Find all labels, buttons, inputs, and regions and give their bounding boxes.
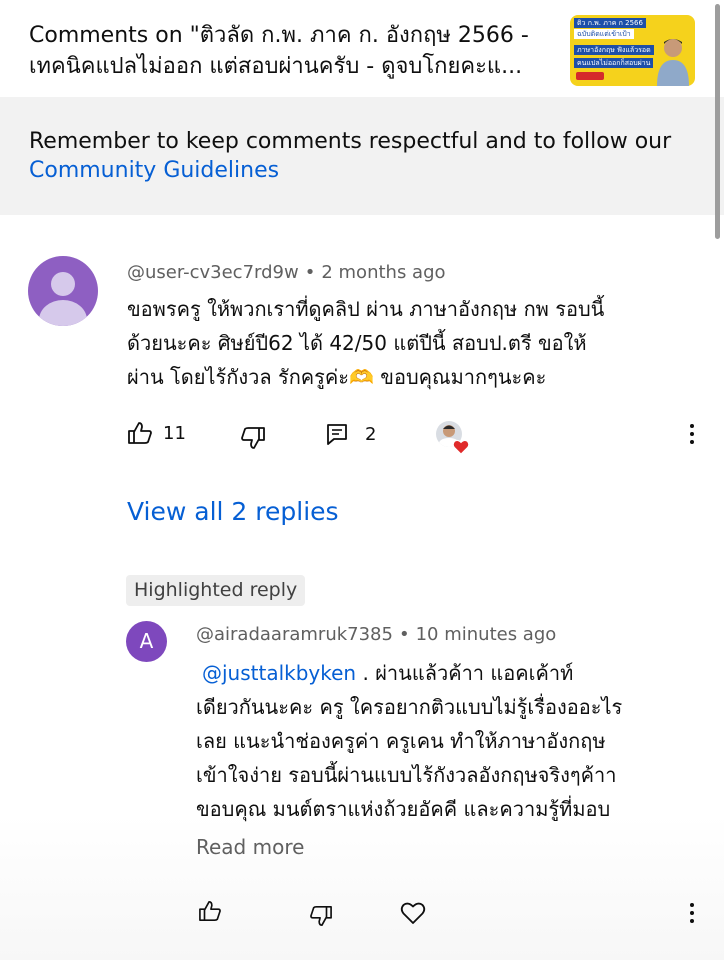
- reply-meta: @airadaaramruk7385 • 10 minutes ago: [196, 624, 556, 645]
- avatar-body: [39, 300, 87, 326]
- heart-outline-icon: [400, 902, 426, 924]
- thumbs-down-icon: [241, 427, 265, 449]
- meta-separator: •: [304, 262, 316, 283]
- view-replies-button[interactable]: View all 2 replies: [127, 497, 339, 526]
- reply-line: เลย แนะนำช่องครูค่า ครูเคน ทำให้ภาษาอังก…: [196, 729, 606, 753]
- thumb-text-3: ภาษาอังกฤษ ฟังแล้วรอด: [574, 45, 654, 55]
- comment-line: ด้วยนะคะ ศิษย์ปี62 ได้ 42/50 แต่ปีนี้ สอ…: [127, 331, 587, 355]
- like-count: 11: [163, 422, 186, 444]
- reply-line: ขอบคุณ มนต์ตราแห่งถ้วยอัคคี และความรู้ที…: [196, 797, 611, 821]
- reply-line-rest: . ผ่านแล้วค้าา แอคเค้าท์: [356, 661, 574, 685]
- comments-header: Comments on "ติวลัด ก.พ. ภาค ก. อังกฤษ 2…: [0, 0, 724, 97]
- thumbs-up-icon: [128, 422, 152, 444]
- video-title: Comments on "ติวลัด ก.พ. ภาค ก. อังกฤษ 2…: [29, 20, 559, 82]
- reply-time: 10 minutes ago: [415, 624, 557, 645]
- reply-avatar[interactable]: A: [126, 621, 167, 662]
- thumbnail-person-image: [657, 39, 689, 86]
- reply-body: @justtalkbyken . ผ่านแล้วค้าา แอคเค้าท์ …: [196, 656, 711, 826]
- scrollbar[interactable]: [715, 4, 720, 239]
- reply-button[interactable]: 2: [325, 422, 376, 446]
- comment-meta: @user-cv3ec7rd9w • 2 months ago: [127, 262, 446, 283]
- notice-message: Remember to keep comments respectful and…: [29, 129, 672, 154]
- thumb-text-4: คนแปลไม่ออกก็สอบผ่าน: [574, 58, 654, 68]
- reply-line: เข้าใจง่าย รอบนี้ผ่านแบบไร้กังวลอังกฤษจร…: [196, 763, 617, 787]
- title-line-2: เทคนิคแปลไม่ออก แต่สอบผ่านครับ - ดูจบโกย…: [29, 54, 523, 79]
- comment-icon: [327, 424, 347, 445]
- read-more-button[interactable]: Read more: [196, 835, 304, 859]
- reply-line: เดียวกันนะคะ ครู ใครอยากติวแบบไม่รู้เรื่…: [196, 695, 623, 719]
- user-avatar[interactable]: [28, 256, 98, 326]
- community-guidelines-link[interactable]: Community Guidelines: [29, 158, 279, 183]
- comment-author[interactable]: @user-cv3ec7rd9w: [127, 262, 299, 283]
- notice-text: Remember to keep comments respectful and…: [29, 127, 709, 185]
- bottom-fade: [0, 815, 724, 960]
- thumbs-up-icon: [199, 901, 221, 921]
- avatar-head: [51, 272, 75, 296]
- thumb-text-2: ฉบับติดแต่เข้าเป้า: [574, 29, 634, 39]
- comment-line: ผ่าน โดยไร้กังวล รักครูค่ะ🫶 ขอบคุณมากๆนะ…: [127, 365, 547, 389]
- comment-line: ขอพรครู ให้พวกเราที่ดูคลิป ผ่าน ภาษาอังก…: [127, 297, 605, 321]
- more-vert-icon[interactable]: [689, 903, 695, 925]
- thumbs-down-icon: [310, 906, 332, 926]
- thumb-text-1: ติว ก.พ. ภาค ก 2566: [574, 18, 646, 28]
- subscribe-icon: [576, 72, 604, 80]
- reply-line: @justtalkbyken . ผ่านแล้วค้าา แอคเค้าท์: [196, 656, 711, 690]
- reply-like-button[interactable]: [198, 900, 222, 922]
- reply-dislike-button[interactable]: [309, 905, 333, 927]
- reply-count: 2: [365, 423, 377, 445]
- reply-author[interactable]: @airadaaramruk7385: [196, 624, 393, 645]
- video-thumbnail[interactable]: ติว ก.พ. ภาค ก 2566 ฉบับติดแต่เข้าเป้า ภ…: [570, 15, 695, 86]
- comment-time: 2 months ago: [321, 262, 446, 283]
- more-vert-icon[interactable]: [689, 424, 695, 446]
- reply-heart-button[interactable]: [400, 901, 426, 925]
- meta-separator: •: [398, 624, 410, 645]
- heart-icon: [452, 439, 470, 455]
- like-button[interactable]: 11: [127, 421, 186, 445]
- title-line-1: Comments on "ติวลัด ก.พ. ภาค ก. อังกฤษ 2…: [29, 23, 529, 48]
- mention-link[interactable]: @justtalkbyken: [202, 661, 356, 685]
- highlighted-reply-badge: Highlighted reply: [126, 575, 306, 606]
- comment-body: ขอพรครู ให้พวกเราที่ดูคลิป ผ่าน ภาษาอังก…: [127, 292, 707, 394]
- dislike-button[interactable]: [240, 426, 266, 450]
